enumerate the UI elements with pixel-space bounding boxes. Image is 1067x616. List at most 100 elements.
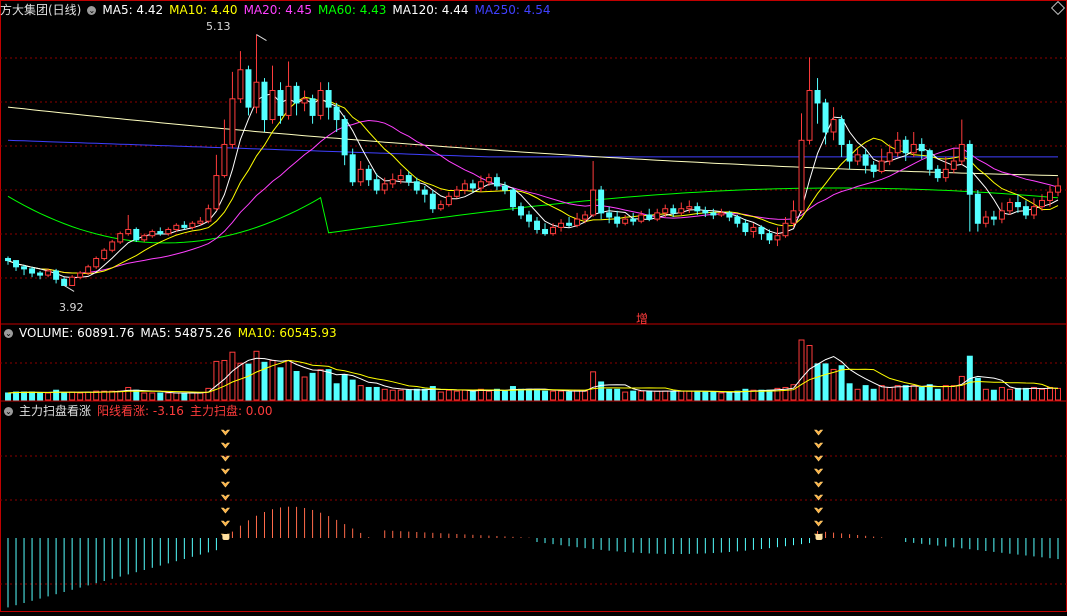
volume-bar [445, 389, 452, 401]
candle-body [517, 206, 524, 216]
volume-bar [333, 383, 340, 401]
volume-bar [157, 392, 164, 401]
outer-frame [0, 0, 1067, 612]
candle-body [101, 249, 108, 260]
candle-body [830, 119, 837, 133]
candle-body [910, 143, 917, 154]
candle-body [357, 168, 364, 183]
ma60-label: MA60: 4.43 [318, 3, 387, 17]
volume-bar [1055, 387, 1061, 401]
candle-body [1046, 191, 1053, 201]
settings-circle-icon[interactable]: ⌄ [87, 5, 97, 15]
candle-body [461, 183, 468, 191]
volume-bar [1014, 387, 1021, 401]
volume-bar [678, 390, 685, 401]
volume-bar [125, 386, 132, 401]
candle-body [814, 90, 821, 104]
candle-body [782, 222, 789, 237]
volume-bar [493, 388, 500, 401]
volume-bar [229, 351, 236, 401]
volume-bar [566, 391, 573, 401]
low-pointer [63, 285, 75, 292]
main-header: 方大集团(日线) ⌄ MA5: 4.42 MA10: 4.40 MA20: 4.… [0, 1, 557, 19]
volume-bar [822, 363, 829, 401]
chart-stage[interactable] [0, 0, 1067, 612]
candle-body [942, 168, 949, 179]
volume-bar [29, 391, 36, 401]
volume-bar [590, 371, 597, 401]
volume-bar [950, 385, 957, 401]
volume-bar [622, 391, 629, 401]
volume-bar [485, 390, 492, 401]
signal-arrow [220, 494, 231, 501]
volume-bar [509, 386, 516, 401]
volume-bar [245, 363, 252, 401]
volume-bar [958, 375, 965, 401]
candle-body [261, 81, 268, 121]
volume-bar [1022, 387, 1029, 401]
candle-body [341, 119, 348, 156]
volume-bar [301, 376, 308, 401]
candle-body [53, 270, 60, 280]
volume-bar [550, 390, 557, 401]
signal-arrow [220, 455, 231, 462]
volume-bar [309, 372, 316, 401]
volume-bar [69, 391, 76, 401]
candle-body [13, 260, 20, 268]
volume-bar [990, 389, 997, 401]
volume-header: ⌄ VOLUME: 60891.76 MA5: 54875.26 MA10: 6… [0, 324, 343, 342]
volume-bar [213, 360, 220, 401]
candle-body [590, 189, 597, 216]
volume-bar [349, 379, 356, 401]
volume-label: VOLUME: 60891.76 [19, 326, 135, 340]
indicator-title: 主力扫盘看涨 [19, 404, 92, 418]
candle-body [894, 139, 901, 154]
candle-body [453, 189, 460, 197]
volume-bar [181, 392, 188, 401]
stock-title: 方大集团(日线) [0, 3, 82, 17]
volume-ma5-label: MA5: 54875.26 [140, 326, 232, 340]
candle-body [1055, 185, 1061, 193]
signal-arrow [813, 494, 824, 501]
volume-bar [13, 391, 20, 401]
volume-bar [670, 390, 677, 401]
candle-body [469, 183, 476, 189]
volume-bar [365, 386, 372, 401]
signal-arrow [220, 481, 231, 488]
candle-body [133, 228, 140, 241]
volume-bar [902, 385, 909, 401]
volume-bar [1046, 386, 1053, 401]
candle-body [606, 212, 613, 218]
candle-body [798, 139, 805, 212]
candle-body [61, 278, 68, 286]
candle-body [421, 189, 428, 195]
candle-body [878, 160, 885, 172]
candle-body [806, 90, 813, 141]
volume-bar [814, 363, 821, 401]
candle-body [237, 69, 244, 100]
volume-bar [654, 390, 661, 401]
volume-bar [405, 389, 412, 401]
candle-body [373, 179, 380, 191]
volume-bar [630, 390, 637, 401]
candle-body [309, 98, 316, 116]
volume-bar [437, 391, 444, 401]
candle-body [758, 226, 765, 235]
volume-bar [606, 388, 613, 401]
candle-body [862, 154, 869, 166]
signal-base [815, 534, 823, 540]
volume-settings-icon[interactable]: ⌄ [4, 328, 13, 338]
candle-body [846, 143, 853, 162]
candle-body [173, 224, 180, 230]
indicator-settings-icon[interactable]: ⌄ [4, 406, 13, 416]
candle-body [333, 106, 340, 121]
candle-body [854, 154, 861, 162]
volume-bar [542, 390, 549, 401]
candle-body [550, 226, 557, 235]
high-price-label: 5.13 [206, 20, 231, 33]
candle-body [277, 90, 284, 116]
volume-bar [141, 392, 148, 401]
volume-bar [830, 368, 837, 401]
volume-bar [5, 392, 11, 401]
kline-chart[interactable] [0, 0, 1067, 612]
